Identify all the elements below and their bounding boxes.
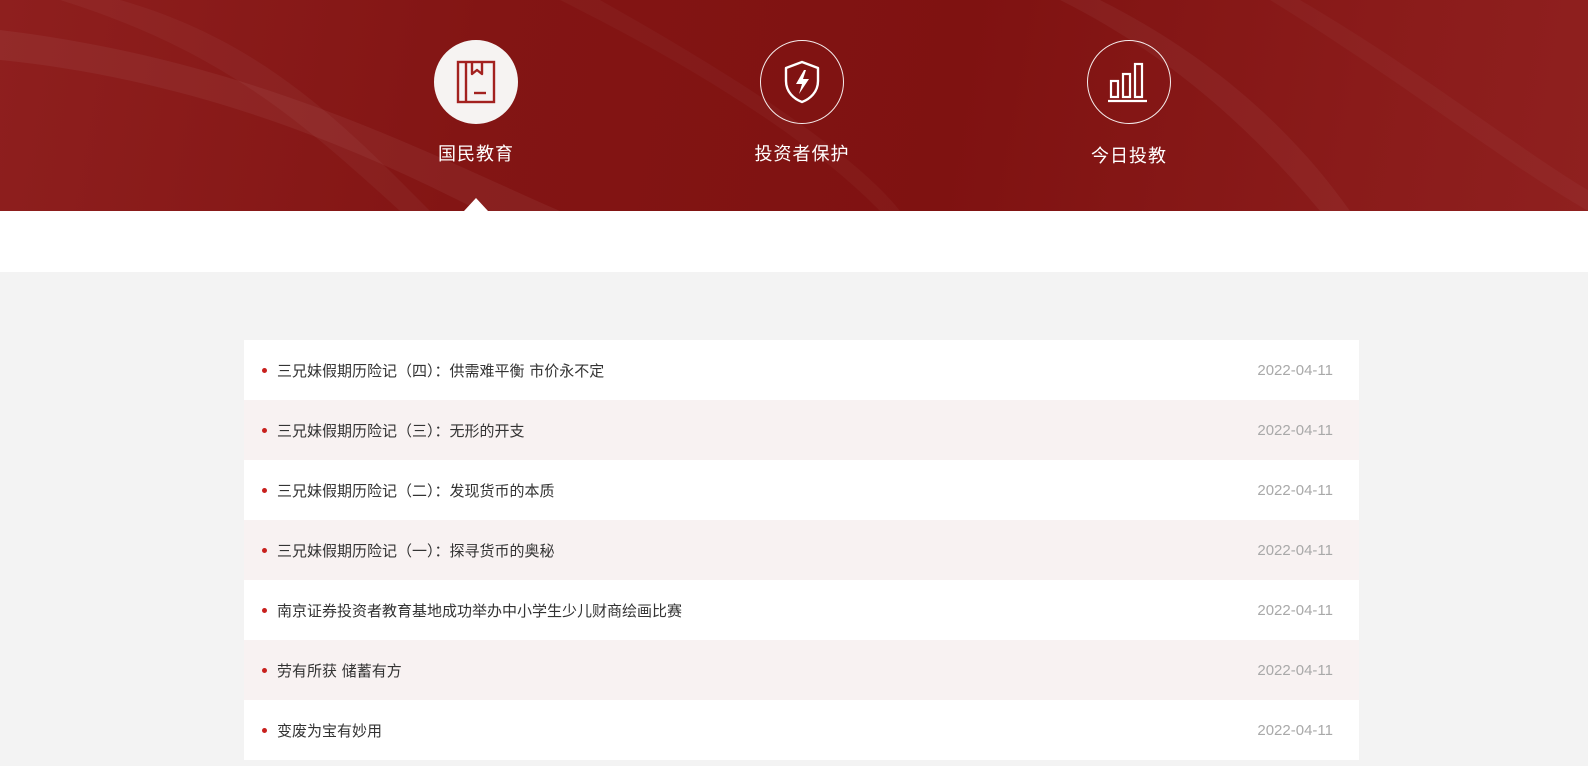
- news-title[interactable]: 三兄妹假期历险记（三）：无形的开支: [277, 420, 525, 441]
- news-item[interactable]: 劳有所获 储蓄有方 2022-04-11: [244, 640, 1359, 700]
- news-item[interactable]: 变废为宝有妙用 2022-04-11: [244, 700, 1359, 760]
- bar-chart-icon: [1108, 62, 1147, 103]
- news-date: 2022-04-11: [1257, 721, 1333, 739]
- news-list: 三兄妹假期历险记（四）：供需难平衡 市价永不定 2022-04-11 三兄妹假期…: [244, 340, 1359, 760]
- news-date: 2022-04-11: [1257, 481, 1333, 499]
- category-banner: 国民教育 投资者保护 今日投教: [0, 0, 1588, 211]
- news-title[interactable]: 变废为宝有妙用: [277, 720, 382, 741]
- news-title[interactable]: 三兄妹假期历险记（二）：发现货币的本质: [277, 480, 555, 501]
- news-date: 2022-04-11: [1257, 421, 1333, 439]
- tab-label: 投资者保护: [754, 144, 850, 165]
- news-date: 2022-04-11: [1257, 361, 1333, 379]
- bullet-dot-icon: [262, 607, 267, 613]
- news-title[interactable]: 南京证券投资者教育基地成功举办中小学生少儿财商绘画比赛: [277, 600, 682, 621]
- active-tab-pointer: [464, 198, 488, 211]
- tab-icon-circle: [760, 40, 844, 124]
- content-header-strip: [0, 211, 1588, 272]
- tab-today-education[interactable]: 今日投教: [1039, 40, 1219, 168]
- tab-national-education[interactable]: 国民教育: [386, 40, 566, 166]
- news-title[interactable]: 劳有所获 储蓄有方: [277, 660, 402, 681]
- news-item[interactable]: 南京证券投资者教育基地成功举办中小学生少儿财商绘画比赛 2022-04-11: [244, 580, 1359, 640]
- tab-icon-circle: [434, 40, 518, 124]
- bullet-dot-icon: [262, 367, 267, 373]
- bullet-dot-icon: [262, 427, 267, 433]
- news-title[interactable]: 三兄妹假期历险记（一）：探寻货币的奥秘: [277, 540, 555, 561]
- news-item[interactable]: 三兄妹假期历险记（三）：无形的开支 2022-04-11: [244, 400, 1359, 460]
- bullet-dot-icon: [262, 487, 267, 493]
- news-date: 2022-04-11: [1257, 541, 1333, 559]
- bullet-dot-icon: [262, 727, 267, 733]
- bullet-dot-icon: [262, 547, 267, 553]
- tab-icon-circle: [1087, 40, 1171, 124]
- tab-label: 国民教育: [438, 144, 514, 165]
- news-item[interactable]: 三兄妹假期历险记（一）：探寻货币的奥秘 2022-04-11: [244, 520, 1359, 580]
- bullet-dot-icon: [262, 667, 267, 673]
- news-date: 2022-04-11: [1257, 601, 1333, 619]
- news-item[interactable]: 三兄妹假期历险记（四）：供需难平衡 市价永不定 2022-04-11: [244, 340, 1359, 400]
- news-date: 2022-04-11: [1257, 661, 1333, 679]
- shield-lightning-icon: [784, 60, 820, 104]
- tab-label: 今日投教: [1091, 146, 1167, 167]
- news-title[interactable]: 三兄妹假期历险记（四）：供需难平衡 市价永不定: [277, 360, 604, 381]
- news-item[interactable]: 三兄妹假期历险记（二）：发现货币的本质 2022-04-11: [244, 460, 1359, 520]
- tab-investor-protection[interactable]: 投资者保护: [712, 40, 892, 166]
- book-icon: [456, 60, 496, 104]
